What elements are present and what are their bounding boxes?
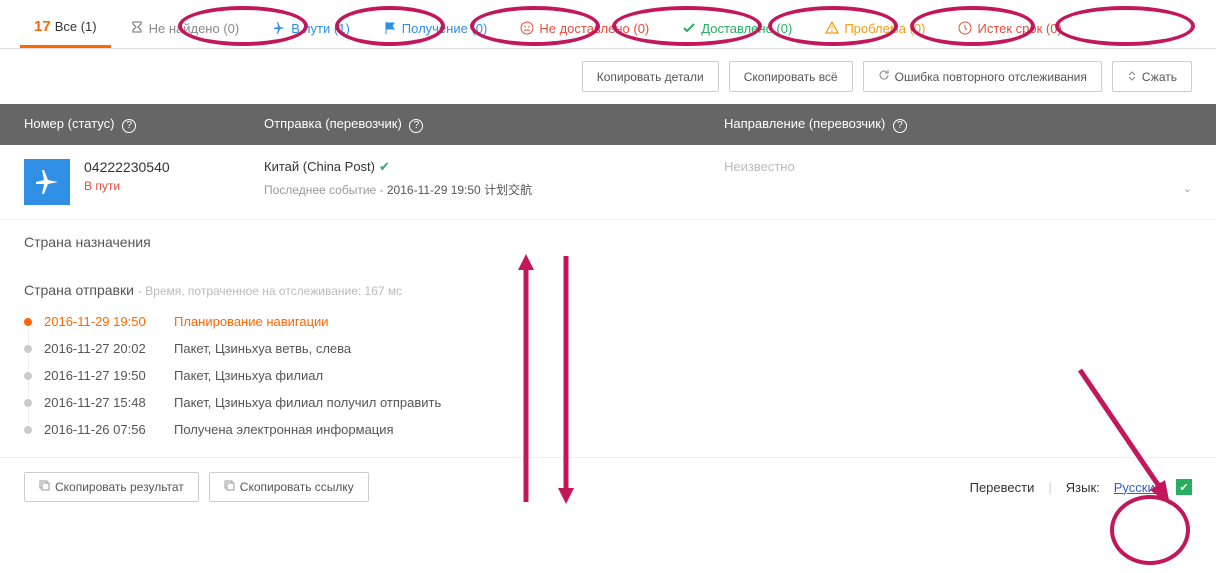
copy-icon bbox=[224, 480, 235, 494]
tracking-details: Страна назначения Страна отправки - Врем… bbox=[0, 220, 1216, 457]
tab-in-transit[interactable]: В пути (1) bbox=[257, 8, 364, 48]
check-icon bbox=[681, 20, 697, 36]
event-text: Планирование навигации bbox=[174, 314, 329, 329]
tab-undelivered[interactable]: Не доставлено (0) bbox=[505, 8, 663, 48]
tracking-info: 04222230540 В пути bbox=[84, 159, 264, 205]
timeline-dot bbox=[24, 426, 32, 434]
timeline-item: 2016-11-27 19:50Пакет, Цзиньхуа филиал bbox=[44, 362, 1192, 389]
tab-label: В пути (1) bbox=[291, 21, 350, 36]
tracking-number: 04222230540 bbox=[84, 159, 264, 175]
timeline-item: 2016-11-27 20:02Пакет, Цзиньхуа ветвь, с… bbox=[44, 335, 1192, 362]
event-date: 2016-11-29 19:50 bbox=[44, 314, 174, 329]
event-date: 2016-11-27 15:48 bbox=[44, 395, 174, 410]
collapse-icon bbox=[1127, 70, 1137, 84]
tab-pickup[interactable]: Получение (0) bbox=[368, 8, 502, 48]
timeline-item: 2016-11-29 19:50Планирование навигации bbox=[44, 308, 1192, 335]
timeline: 2016-11-29 19:50Планирование навигации20… bbox=[44, 308, 1192, 443]
copy-link-button[interactable]: Скопировать ссылку bbox=[209, 472, 369, 502]
event-date: 2016-11-26 07:56 bbox=[44, 422, 174, 437]
carrier-name: Китай (China Post) bbox=[264, 159, 375, 174]
help-icon[interactable]: ? bbox=[409, 119, 423, 133]
logo-icon: 17 bbox=[34, 18, 51, 35]
tracking-destination: Неизвестно ⌄ bbox=[724, 159, 1192, 205]
timeline-dot bbox=[24, 372, 32, 380]
tab-label: Доставлено (0) bbox=[701, 21, 792, 36]
tab-label: Проблема (0) bbox=[844, 21, 925, 36]
warning-icon bbox=[824, 20, 840, 36]
sad-icon bbox=[519, 20, 535, 36]
timeline-dot bbox=[24, 318, 32, 326]
hourglass-icon bbox=[129, 20, 145, 36]
tab-expired[interactable]: Истек срок (0) bbox=[943, 8, 1075, 48]
event-text: Пакет, Цзиньхуа ветвь, слева bbox=[174, 341, 351, 356]
header-destination: Направление (перевозчик) ? bbox=[724, 116, 1192, 133]
refresh-icon bbox=[878, 69, 890, 84]
flag-icon bbox=[382, 20, 398, 36]
status-tabs: 17 Все (1) Не найдено (0) В пути (1) Пол… bbox=[0, 0, 1216, 49]
time-spent: - Время, потраченное на отслеживание: 16… bbox=[138, 284, 402, 298]
footer: Скопировать результат Скопировать ссылку… bbox=[0, 457, 1216, 516]
copy-result-button[interactable]: Скопировать результат bbox=[24, 472, 199, 502]
retrack-button[interactable]: Ошибка повторного отслеживания bbox=[863, 61, 1102, 92]
tab-not-found[interactable]: Не найдено (0) bbox=[115, 8, 254, 48]
translate-link[interactable]: Перевести bbox=[970, 480, 1035, 495]
timeline-dot bbox=[24, 345, 32, 353]
tab-label: Истек срок (0) bbox=[977, 21, 1061, 36]
plane-icon bbox=[271, 20, 287, 36]
tab-label: Получение (0) bbox=[402, 21, 488, 36]
expand-toggle[interactable]: ⌄ bbox=[1183, 182, 1192, 195]
help-icon[interactable]: ? bbox=[122, 119, 136, 133]
action-bar: Копировать детали Скопировать всё Ошибка… bbox=[0, 49, 1216, 104]
copy-all-button[interactable]: Скопировать всё bbox=[729, 61, 853, 92]
tracking-shipment: Китай (China Post) ✔ Последнее событие - … bbox=[264, 159, 724, 205]
language-selector[interactable]: Русский bbox=[1114, 480, 1162, 495]
tracking-row[interactable]: 04222230540 В пути Китай (China Post) ✔ П… bbox=[0, 145, 1216, 220]
copy-icon bbox=[39, 480, 50, 494]
event-date: 2016-11-27 19:50 bbox=[44, 368, 174, 383]
timeline-dot bbox=[24, 399, 32, 407]
origin-country-label: Страна отправки - Время, потраченное на … bbox=[24, 282, 1192, 298]
plane-icon bbox=[24, 159, 70, 205]
check-icon: ✔ bbox=[1176, 479, 1192, 495]
tab-delivered[interactable]: Доставлено (0) bbox=[667, 8, 806, 48]
collapse-button[interactable]: Сжать bbox=[1112, 61, 1192, 92]
language-label: Язык: bbox=[1066, 480, 1100, 495]
timeline-item: 2016-11-26 07:56Получена электронная инф… bbox=[44, 416, 1192, 443]
tracking-status: В пути bbox=[84, 179, 264, 193]
last-event: Последнее событие - 2016-11-29 19:50 计划交… bbox=[264, 181, 724, 198]
clock-icon bbox=[957, 20, 973, 36]
tab-all[interactable]: 17 Все (1) bbox=[20, 8, 111, 48]
event-date: 2016-11-27 20:02 bbox=[44, 341, 174, 356]
copy-details-button[interactable]: Копировать детали bbox=[582, 61, 719, 92]
header-shipment: Отправка (перевозчик) ? bbox=[264, 116, 724, 133]
event-text: Пакет, Цзиньхуа филиал bbox=[174, 368, 323, 383]
table-header: Номер (статус) ? Отправка (перевозчик) ?… bbox=[0, 104, 1216, 145]
timeline-item: 2016-11-27 15:48Пакет, Цзиньхуа филиал п… bbox=[44, 389, 1192, 416]
tab-label: Не найдено (0) bbox=[149, 21, 240, 36]
event-text: Пакет, Цзиньхуа филиал получил отправить bbox=[174, 395, 441, 410]
help-icon[interactable]: ? bbox=[893, 119, 907, 133]
destination-country-label: Страна назначения bbox=[24, 234, 1192, 250]
tab-label: Не доставлено (0) bbox=[539, 21, 649, 36]
verified-icon: ✔ bbox=[379, 159, 390, 174]
header-number: Номер (статус) ? bbox=[24, 116, 264, 133]
event-text: Получена электронная информация bbox=[174, 422, 394, 437]
tab-label: Все (1) bbox=[55, 19, 97, 34]
tab-alert[interactable]: Проблема (0) bbox=[810, 8, 939, 48]
